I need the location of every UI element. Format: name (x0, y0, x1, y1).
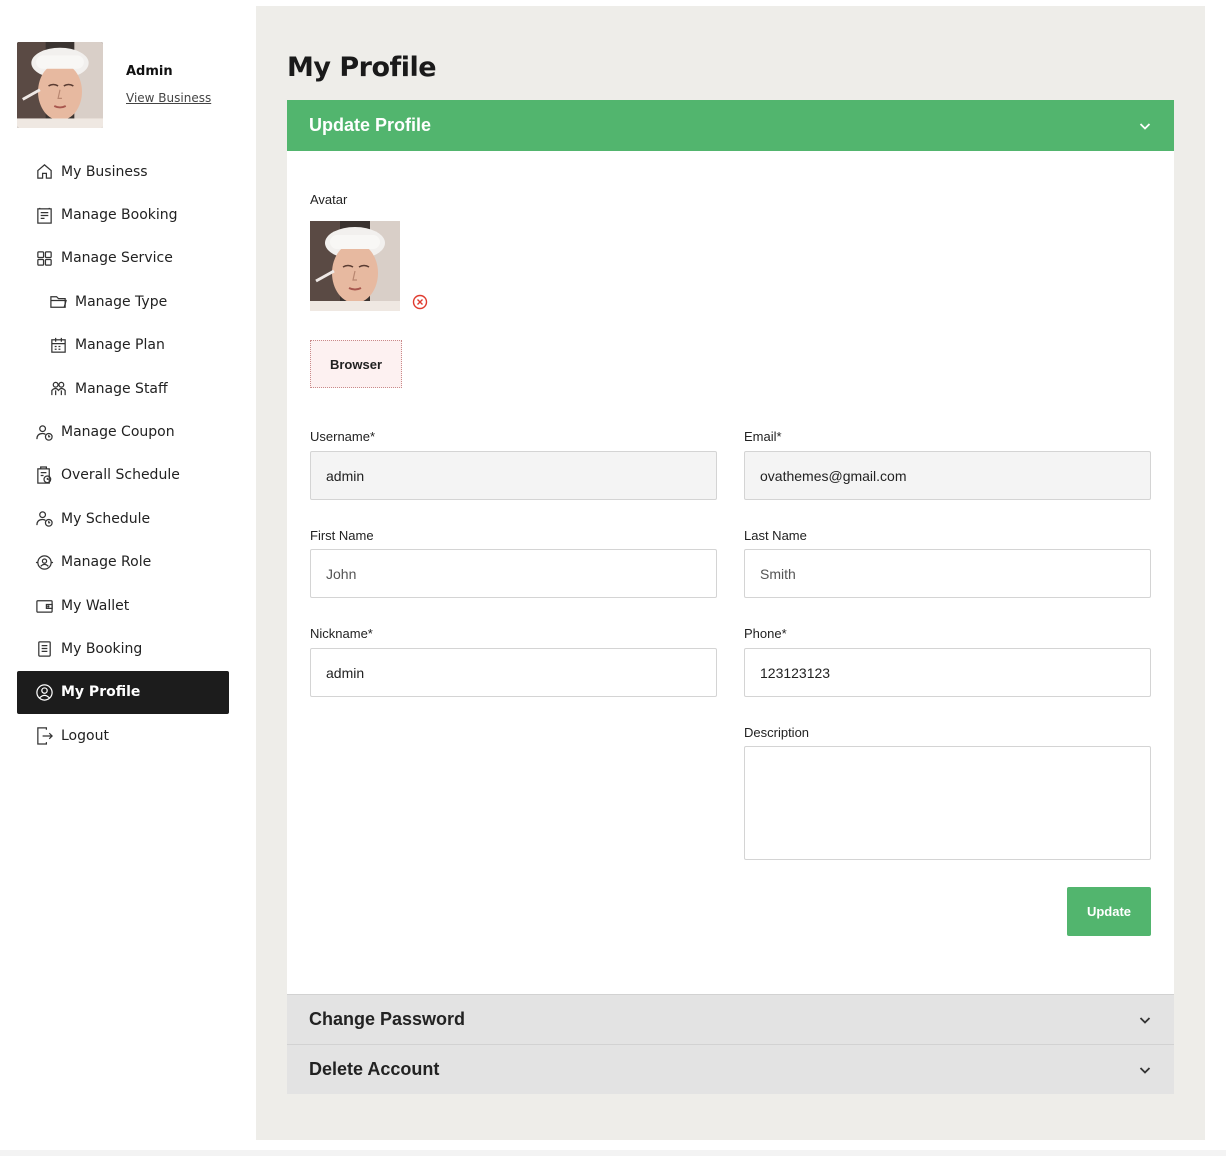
username-field[interactable] (310, 451, 717, 500)
nickname-field[interactable] (310, 648, 717, 697)
description-field[interactable] (744, 746, 1151, 860)
page-title: My Profile (287, 52, 437, 83)
wallet-icon (34, 596, 54, 616)
sidebar-item-label: Manage Type (75, 293, 168, 310)
sidebar-item-manage-plan[interactable]: Manage Plan (17, 324, 229, 367)
sidebar-item-label: Overall Schedule (61, 467, 180, 484)
user-circle-icon (34, 682, 54, 702)
role-icon (34, 552, 54, 572)
sidebar-profile-card: Admin View Business (17, 42, 247, 128)
profile-accordion: Update Profile Avatar Browser Username* … (287, 100, 1174, 1094)
sidebar-item-manage-coupon[interactable]: Manage Coupon (17, 410, 229, 453)
list-icon (34, 639, 54, 659)
sidebar-item-manage-type[interactable]: Manage Type (17, 280, 229, 323)
sidebar-item-label: Manage Coupon (61, 424, 175, 441)
sidebar-item-manage-staff[interactable]: Manage Staff (17, 367, 229, 410)
grid-icon (34, 248, 54, 268)
page-bottom-divider (0, 1150, 1226, 1156)
view-business-link[interactable]: View Business (126, 91, 211, 105)
avatar (17, 42, 103, 128)
phone-label: Phone* (744, 626, 787, 641)
change-password-title: Change Password (309, 1009, 466, 1029)
update-profile-form: Avatar Browser Username* Email* First Na… (287, 151, 1174, 994)
delete-account-header[interactable]: Delete Account (287, 1044, 1174, 1094)
chevron-down-icon (1139, 1016, 1151, 1024)
update-profile-title: Update Profile (309, 115, 432, 135)
sidebar-item-label: Manage Plan (75, 337, 165, 354)
folder-icon (48, 292, 68, 312)
sidebar-item-my-wallet[interactable]: My Wallet (17, 584, 229, 627)
phone-field[interactable] (744, 648, 1151, 697)
logout-icon (34, 726, 54, 746)
main-content: My Profile Update Profile Avatar Browser… (256, 6, 1205, 1140)
user-clock-icon (34, 422, 54, 442)
sidebar-item-label: Manage Booking (61, 207, 178, 224)
sidebar-item-my-profile[interactable]: My Profile (17, 670, 229, 715)
sidebar-item-my-booking[interactable]: My Booking (17, 627, 229, 670)
sidebar: Admin View Business My Business Manage B… (0, 0, 256, 1156)
sidebar-item-label: Logout (61, 727, 109, 744)
sidebar-item-my-business[interactable]: My Business (17, 150, 229, 193)
first-name-label: First Name (310, 528, 374, 543)
delete-account-title: Delete Account (309, 1059, 440, 1079)
sidebar-item-my-schedule[interactable]: My Schedule (17, 497, 229, 540)
sidebar-item-logout[interactable]: Logout (17, 714, 229, 757)
username-label: Username* (310, 429, 376, 444)
update-button[interactable]: Update (1067, 887, 1151, 936)
user-clock-icon (34, 509, 54, 529)
sidebar-item-label: My Business (61, 163, 148, 180)
user-name: Admin (126, 64, 173, 79)
sidebar-item-label: Manage Staff (75, 380, 168, 397)
sidebar-item-manage-role[interactable]: Manage Role (17, 541, 229, 584)
browser-button[interactable]: Browser (310, 340, 402, 388)
sidebar-item-label: My Wallet (61, 597, 130, 614)
sidebar-item-label: Manage Role (61, 554, 152, 571)
nickname-label: Nickname* (310, 626, 373, 641)
avatar-label: Avatar (310, 192, 348, 207)
sidebar-item-label: My Schedule (61, 510, 151, 527)
email-label: Email* (744, 429, 782, 444)
last-name-label: Last Name (744, 528, 807, 543)
sidebar-item-overall-schedule[interactable]: Overall Schedule (17, 454, 229, 497)
sidebar-item-manage-service[interactable]: Manage Service (17, 237, 229, 280)
change-password-header[interactable]: Change Password (287, 994, 1174, 1044)
sidebar-item-label: My Booking (61, 640, 143, 657)
chevron-down-icon (1139, 1066, 1151, 1074)
chevron-down-icon (1139, 122, 1151, 130)
sidebar-nav: My Business Manage Booking Manage Servic… (17, 150, 229, 757)
staff-icon (48, 379, 68, 399)
home-icon (34, 162, 54, 182)
sidebar-item-label: Manage Service (61, 250, 173, 267)
sidebar-item-manage-booking[interactable]: Manage Booking (17, 193, 229, 236)
calendar-icon (48, 335, 68, 355)
sidebar-item-label: My Profile (61, 684, 141, 701)
avatar-preview (310, 221, 400, 311)
remove-avatar-icon[interactable] (412, 294, 428, 310)
last-name-field[interactable] (744, 549, 1151, 598)
first-name-field[interactable] (310, 549, 717, 598)
checklist-icon (34, 205, 54, 225)
email-field[interactable] (744, 451, 1151, 500)
clipboard-clock-icon (34, 465, 54, 485)
description-label: Description (744, 725, 810, 740)
update-profile-header[interactable]: Update Profile (287, 100, 1174, 151)
